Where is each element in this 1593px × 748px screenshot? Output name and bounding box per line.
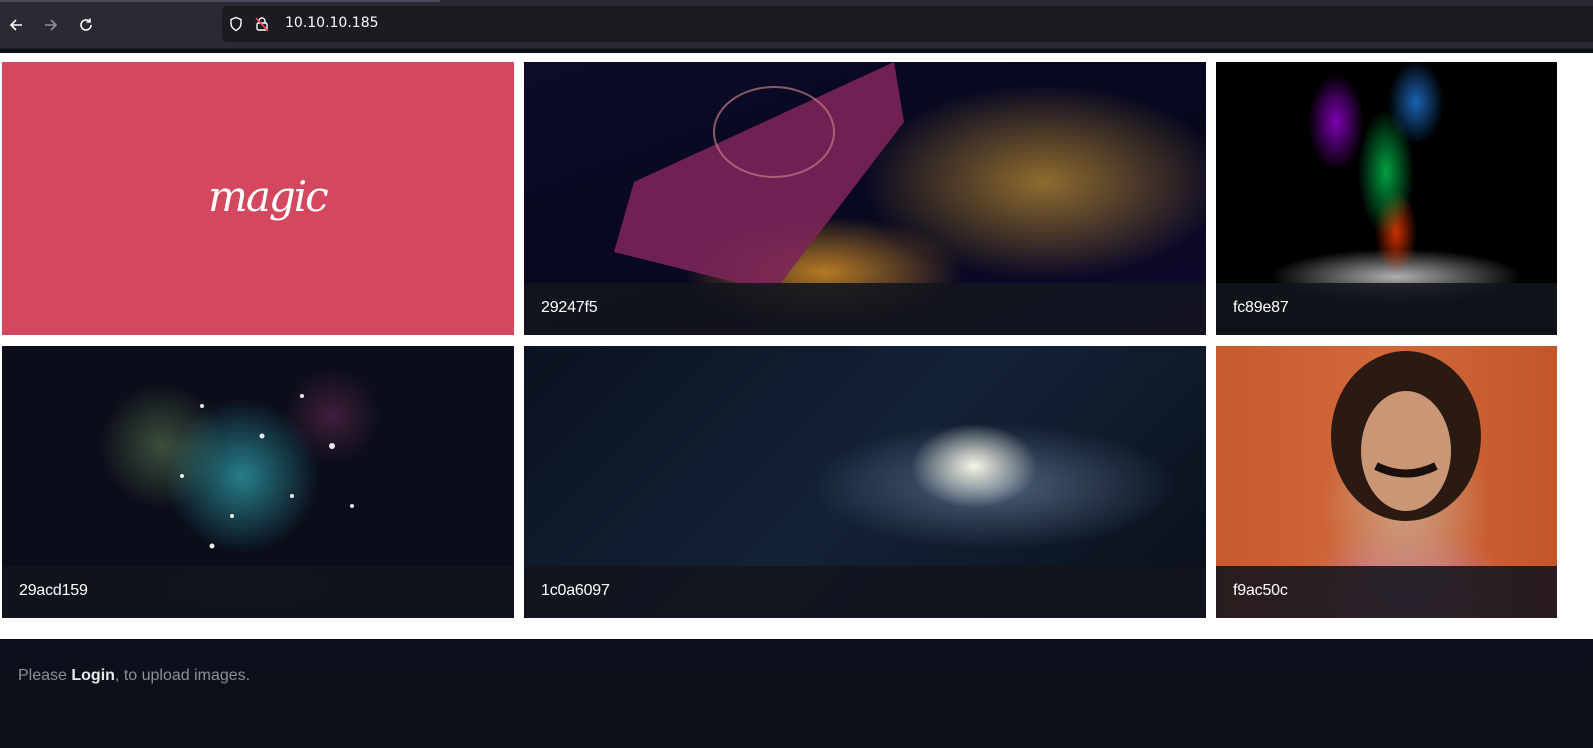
tile-caption: f9ac50c (1216, 566, 1557, 618)
forward-arrow-icon[interactable] (39, 13, 63, 37)
tab-strip-edge (0, 0, 440, 2)
image-gallery: magic 29247f5 fc89e87 29acd159 1c0a6097 … (0, 53, 1593, 639)
back-arrow-icon[interactable] (4, 13, 28, 37)
gallery-tile[interactable]: fc89e87 (1216, 62, 1557, 335)
insecure-lock-icon[interactable] (254, 16, 270, 32)
tile-caption-text: fc89e87 (1233, 299, 1289, 316)
tile-caption-text: 29247f5 (541, 299, 598, 316)
url-bar[interactable]: 10.10.10.185 (222, 6, 1593, 42)
prompt-suffix: , to upload images. (114, 667, 251, 684)
tile-caption: 29247f5 (524, 283, 1206, 335)
url-text[interactable]: 10.10.10.185 (285, 15, 379, 31)
browser-toolbar: 10.10.10.185 (0, 0, 1593, 49)
tile-caption-text: f9ac50c (1233, 582, 1288, 599)
upload-login-prompt: Please Login, to upload images. (18, 667, 250, 685)
tile-caption-text: 1c0a6097 (541, 582, 610, 599)
gallery-tile-magic-logo[interactable]: magic (2, 62, 514, 335)
gallery-tile[interactable]: f9ac50c (1216, 346, 1557, 618)
reload-icon[interactable] (74, 13, 98, 37)
tile-caption: 1c0a6097 (524, 566, 1206, 618)
gallery-tile[interactable]: 29acd159 (2, 346, 514, 618)
gallery-tile[interactable]: 29247f5 (524, 62, 1206, 335)
magic-logo-text: magic (208, 172, 329, 221)
magic-logo-image: magic (2, 62, 514, 335)
prompt-prefix: Please (18, 667, 72, 684)
gallery-tile[interactable]: 1c0a6097 (524, 346, 1206, 618)
login-link[interactable]: Login (71, 667, 115, 684)
tile-caption: 29acd159 (2, 566, 514, 618)
tile-caption: fc89e87 (1216, 283, 1557, 335)
shield-icon[interactable] (228, 16, 244, 32)
tile-caption-text: 29acd159 (19, 582, 88, 599)
